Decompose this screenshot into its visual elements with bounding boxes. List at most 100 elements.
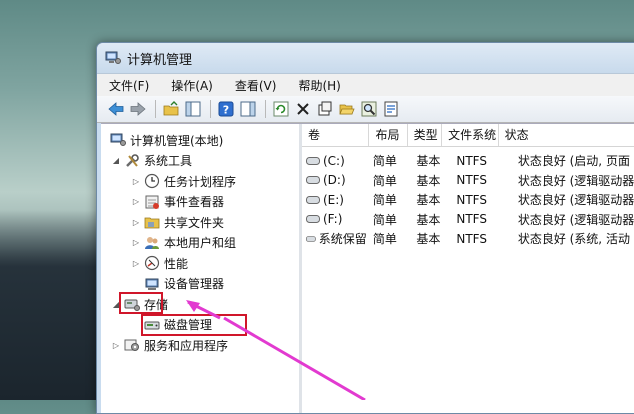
toolbar-separator [155, 100, 156, 118]
menu-action[interactable]: 操作(A) [171, 77, 213, 94]
expanded-arrow-icon[interactable]: ◢ [111, 156, 121, 165]
menu-file[interactable]: 文件(F) [109, 77, 149, 94]
services-icon [124, 337, 140, 353]
tree-item-device-manager[interactable]: 设备管理器 [101, 274, 299, 295]
toolbar: ? [97, 96, 634, 123]
volume-name: (C:) [323, 153, 345, 168]
volume-cell: (E:) [302, 193, 367, 207]
layout-cell: 简单 [372, 173, 397, 188]
tree-item-system-tools[interactable]: ◢ 系统工具 [101, 151, 299, 172]
type-cell: 基本 [416, 212, 441, 227]
properties-icon[interactable] [316, 100, 334, 118]
tree-item-task-scheduler[interactable]: ▷ 任务计划程序 [101, 171, 299, 192]
export-list-icon[interactable] [382, 100, 400, 118]
status-cell: 状态良好 (系统, 活动 [517, 232, 630, 247]
collapsed-arrow-icon[interactable]: ▷ [131, 259, 141, 268]
collapsed-arrow-icon[interactable]: ▷ [131, 197, 141, 206]
tree-item-shared-folders[interactable]: ▷ 共享文件夹 [101, 212, 299, 233]
list-header: 卷 布局 类型 文件系统 状态 [302, 124, 634, 147]
navigation-tree: 计算机管理(本地) ◢ 系统工具 ▷ 任务计划程序 ▷ 事件查看器 ▷ 共享文件… [101, 124, 302, 413]
tree-item-event-viewer-label: 事件查看器 [164, 195, 225, 210]
collapsed-arrow-icon[interactable]: ▷ [131, 177, 141, 186]
volume-cell: 系统保留 [302, 230, 367, 247]
tree-item-device-manager-label: 设备管理器 [164, 277, 225, 292]
menu-view[interactable]: 查看(V) [235, 77, 277, 94]
status-cell: 状态良好 (逻辑驱动器 [517, 212, 634, 227]
drive-icon [306, 156, 320, 165]
drive-icon [306, 235, 316, 242]
menu-help[interactable]: 帮助(H) [298, 77, 340, 94]
layout-cell: 简单 [372, 154, 397, 169]
status-cell: 状态良好 (逻辑驱动器 [517, 193, 634, 208]
computer-management-icon [110, 132, 126, 148]
back-arrow-icon[interactable] [107, 100, 125, 118]
window-title: 计算机管理 [127, 52, 193, 68]
column-layout[interactable]: 布局 [369, 124, 408, 146]
column-status[interactable]: 状态 [499, 124, 634, 146]
open-folder-icon[interactable] [338, 100, 356, 118]
volume-cell: (D:) [302, 173, 367, 187]
type-cell: 基本 [416, 154, 441, 169]
clock-icon [144, 173, 160, 189]
computer-management-icon [105, 51, 121, 64]
tree-item-performance[interactable]: ▷ 性能 [101, 253, 299, 274]
table-row[interactable]: (E:) 简单 基本 NTFS 状态良好 (逻辑驱动器 [302, 190, 634, 210]
event-log-icon [144, 194, 160, 210]
tree-item-task-scheduler-label: 任务计划程序 [164, 174, 237, 189]
collapsed-arrow-icon[interactable]: ▷ [131, 238, 141, 247]
column-type[interactable]: 类型 [408, 124, 443, 146]
tree-item-event-viewer[interactable]: ▷ 事件查看器 [101, 192, 299, 213]
table-row[interactable]: 系统保留 简单 基本 NTFS 状态良好 (系统, 活动 [302, 229, 634, 249]
volume-list: 卷 布局 类型 文件系统 状态 (C:) 简单 基本 NTFS 状态良好 (启动… [302, 124, 634, 413]
status-cell: 状态良好 (逻辑驱动器 [517, 173, 634, 188]
tree-item-services-apps-label: 服务和应用程序 [144, 338, 229, 353]
title-bar: 计算机管理 [97, 43, 634, 73]
tree-item-performance-label: 性能 [164, 256, 189, 271]
volume-name: (F:) [323, 212, 343, 227]
collapsed-arrow-icon[interactable]: ▷ [131, 218, 141, 227]
main-content: 计算机管理(本地) ◢ 系统工具 ▷ 任务计划程序 ▷ 事件查看器 ▷ 共享文件… [101, 123, 634, 413]
refresh-icon[interactable] [272, 100, 290, 118]
volume-name: (E:) [323, 192, 344, 207]
tree-item-disk-management[interactable]: 磁盘管理 [101, 315, 299, 336]
status-cell: 状态良好 (启动, 页面 [517, 154, 630, 169]
filesystem-cell: NTFS [456, 192, 487, 207]
type-cell: 基本 [416, 193, 441, 208]
svg-text:?: ? [223, 104, 229, 117]
tree-item-local-users-label: 本地用户和组 [164, 236, 237, 251]
delete-icon[interactable] [294, 100, 312, 118]
table-row[interactable]: (C:) 简单 基本 NTFS 状态良好 (启动, 页面 [302, 151, 634, 171]
show-action-pane-icon[interactable] [239, 100, 257, 118]
filesystem-cell: NTFS [456, 173, 487, 188]
tree-item-root[interactable]: 计算机管理(本地) [101, 130, 299, 151]
tree-item-system-tools-label: 系统工具 [144, 154, 193, 169]
filesystem-cell: NTFS [456, 231, 487, 246]
drive-icon [306, 176, 320, 185]
tree-item-root-label: 计算机管理(本地) [130, 133, 224, 148]
type-cell: 基本 [416, 173, 441, 188]
tree-item-services-apps[interactable]: ▷ 服务和应用程序 [101, 335, 299, 356]
volume-cell: (F:) [302, 212, 367, 226]
collapsed-arrow-icon[interactable]: ▷ [111, 341, 121, 350]
up-folder-icon[interactable] [162, 100, 180, 118]
table-row[interactable]: (F:) 简单 基本 NTFS 状态良好 (逻辑驱动器 [302, 210, 634, 230]
drive-icon [306, 215, 320, 224]
forward-arrow-icon[interactable] [129, 100, 147, 118]
help-icon[interactable]: ? [217, 100, 235, 118]
volume-cell: (C:) [302, 154, 367, 168]
tree-item-storage[interactable]: ◢ 存储 [101, 294, 299, 315]
show-hide-tree-icon[interactable] [184, 100, 202, 118]
search-icon[interactable] [360, 100, 378, 118]
tree-item-local-users[interactable]: ▷ 本地用户和组 [101, 233, 299, 254]
toolbar-separator [210, 100, 211, 118]
volume-name: 系统保留 [318, 232, 367, 247]
column-volume[interactable]: 卷 [302, 124, 370, 146]
drive-icon [306, 195, 320, 204]
layout-cell: 简单 [372, 232, 397, 247]
tools-icon [124, 153, 140, 169]
column-filesystem[interactable]: 文件系统 [442, 124, 499, 146]
disk-icon [144, 317, 160, 333]
expanded-arrow-icon[interactable]: ◢ [111, 300, 121, 309]
tree-item-storage-label: 存储 [144, 297, 169, 312]
table-row[interactable]: (D:) 简单 基本 NTFS 状态良好 (逻辑驱动器 [302, 171, 634, 191]
